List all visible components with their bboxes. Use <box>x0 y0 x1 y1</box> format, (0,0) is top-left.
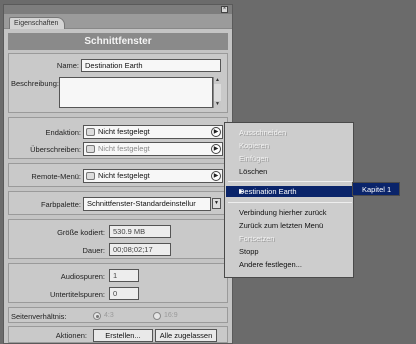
create-button[interactable]: Erstellen... <box>93 329 153 342</box>
color-palette-label: Farbpalette: <box>40 200 81 209</box>
submenu-arrow-icon: ▶ <box>239 189 244 195</box>
name-field[interactable]: Destination Earth <box>81 59 221 72</box>
description-field[interactable] <box>59 77 213 108</box>
end-action-group: Endaktion: Nicht festgelegt ▶ Überschrei… <box>8 117 228 159</box>
link-icon <box>86 128 95 136</box>
color-palette-select[interactable]: Schnittfenster-Standardeinstellur <box>83 197 211 211</box>
link-icon <box>86 172 95 180</box>
menu-item-delete[interactable]: Löschen <box>239 167 267 176</box>
remote-menu-select[interactable]: Nicht festgelegt ▶ <box>83 169 223 183</box>
aspect-4-3-label: 4:3 <box>104 312 114 319</box>
actions-label: Aktionen: <box>55 331 87 340</box>
menu-separator <box>228 202 352 203</box>
palette-titlebar[interactable]: × <box>4 5 232 14</box>
remote-menu-group: Remote-Menü: Nicht festgelegt ▶ <box>8 163 228 187</box>
allow-all-button[interactable]: Alle zugelassen <box>155 329 217 342</box>
close-icon[interactable]: × <box>221 6 228 13</box>
duration-value: 00;08;02;17 <box>109 243 171 256</box>
actions-group: Aktionen: Erstellen... Alle zugelassen <box>8 326 228 343</box>
menu-separator <box>228 181 352 182</box>
aspect-16-9-label: 16:9 <box>164 312 178 319</box>
panel-title: Schnittfenster <box>8 33 228 50</box>
menu-item-copy[interactable]: Kopieren <box>239 141 269 150</box>
override-select[interactable]: Nicht festgelegt ▶ <box>83 142 223 156</box>
scroll-down-icon[interactable]: ▼ <box>214 101 221 108</box>
duration-label: Dauer: <box>82 246 105 255</box>
menu-item-set-other[interactable]: Andere festlegen... <box>239 260 302 269</box>
color-palette-group: Farbpalette: Schnittfenster-Standardeins… <box>8 191 228 215</box>
menu-item-paste[interactable]: Einfügen <box>239 154 269 163</box>
remote-menu-label: Remote-Menü: <box>31 172 81 181</box>
menu-item-cut[interactable]: Ausschneiden <box>239 128 286 137</box>
context-menu: Ausschneiden Kopieren Einfügen Löschen D… <box>224 122 354 278</box>
info-group: Größe kodiert: 530.9 MB Dauer: 00;08;02;… <box>8 219 228 259</box>
submenu-item-chapter-1[interactable]: Kapitel 1 <box>362 185 391 194</box>
end-action-select[interactable]: Nicht festgelegt ▶ <box>83 125 223 139</box>
override-value: Nicht festgelegt <box>98 144 150 153</box>
audio-tracks-label: Audiospuren: <box>60 272 105 281</box>
link-icon <box>86 145 95 153</box>
description-scrollbar[interactable]: ▲ ▼ <box>213 77 221 108</box>
menu-item-destination-earth[interactable]: Destination Earth ▶ <box>226 186 353 197</box>
end-action-value: Nicht festgelegt <box>98 127 150 136</box>
menu-item-link-back[interactable]: Verbindung hierher zurück <box>239 208 327 217</box>
aspect-radio-16-9[interactable] <box>153 312 161 320</box>
aspect-group: Seitenverhältnis: 4:3 16:9 <box>8 307 228 323</box>
scroll-up-icon[interactable]: ▲ <box>214 77 221 84</box>
audio-tracks-value: 1 <box>109 269 139 282</box>
name-group: Name: Destination Earth Beschreibung: ▲ … <box>8 53 228 113</box>
submenu: Kapitel 1 <box>352 182 400 196</box>
arrow-right-icon[interactable]: ▶ <box>211 171 221 181</box>
menu-item-resume[interactable]: Fortsetzen <box>239 234 274 243</box>
aspect-radio-4-3[interactable] <box>93 312 101 320</box>
arrow-right-icon[interactable]: ▶ <box>211 127 221 137</box>
size-label: Größe kodiert: <box>57 228 105 237</box>
subtitle-tracks-value: 0 <box>109 287 139 300</box>
description-label: Beschreibung: <box>11 79 59 88</box>
tracks-group: Audiospuren: 1 Untertitelspuren: 0 <box>8 263 228 303</box>
menu-item-return-last-menu[interactable]: Zurück zum letzten Menü <box>239 221 323 230</box>
override-label: Überschreiben: <box>30 145 81 154</box>
aspect-label: Seitenverhältnis: <box>11 312 67 321</box>
tab-row: Eigenschaften <box>4 14 232 29</box>
arrow-right-icon[interactable]: ▶ <box>211 144 221 154</box>
subtitle-tracks-label: Untertitelspuren: <box>49 290 105 299</box>
end-action-label: Endaktion: <box>45 128 81 137</box>
properties-palette: × Eigenschaften Schnittfenster Name: Des… <box>3 4 233 344</box>
name-label: Name: <box>56 61 79 70</box>
chevron-down-icon[interactable]: ▼ <box>212 198 221 209</box>
tab-properties[interactable]: Eigenschaften <box>9 17 65 29</box>
menu-item-stop[interactable]: Stopp <box>239 247 259 256</box>
size-value: 530.9 MB <box>109 225 171 238</box>
remote-menu-value: Nicht festgelegt <box>98 171 150 180</box>
